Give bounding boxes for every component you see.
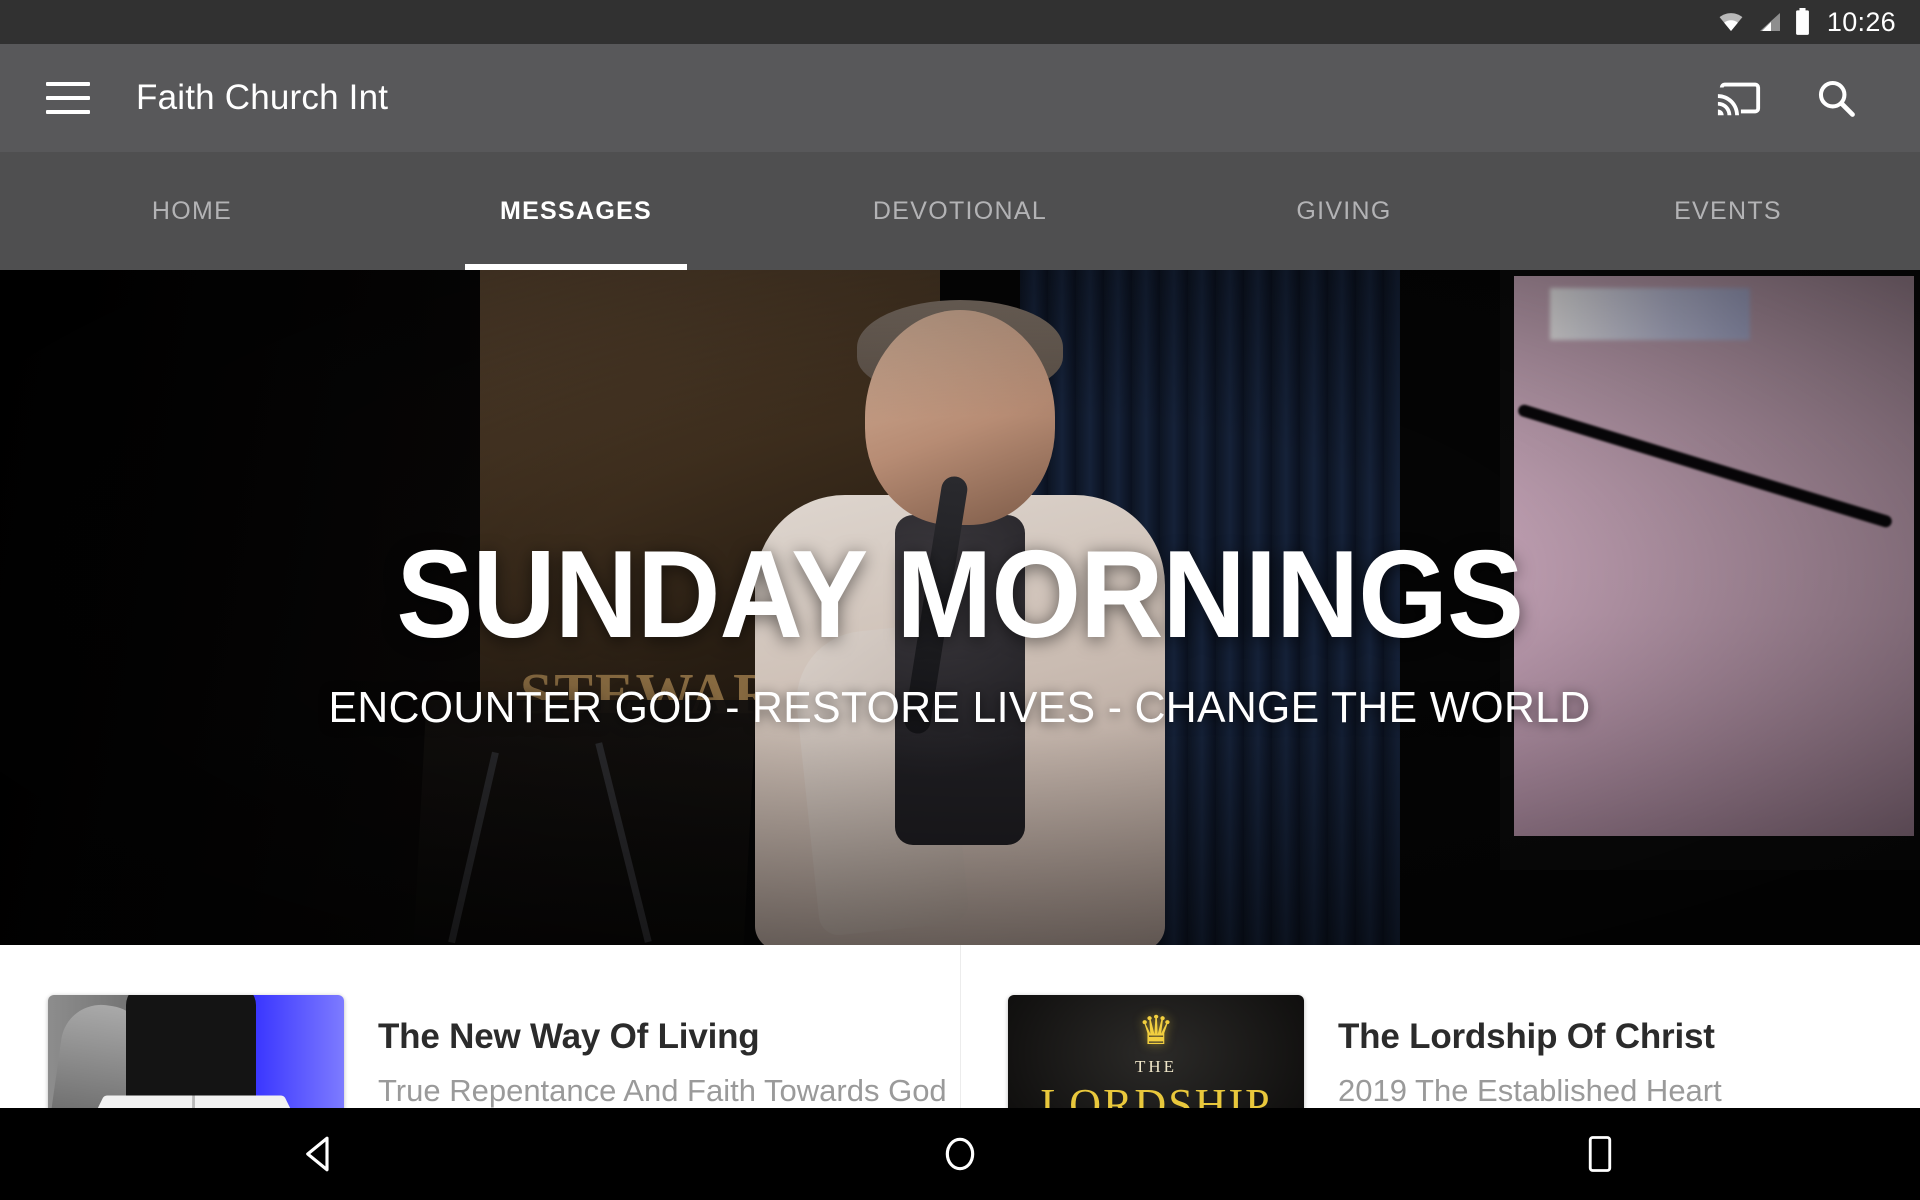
- tab-events[interactable]: EVENTS: [1536, 152, 1920, 270]
- list-item-subtitle: True Repentance And Faith Towards God: [378, 1073, 947, 1108]
- app-bar: Faith Church Int: [0, 44, 1920, 152]
- list-item-text: The Lordship Of Christ 2019 The Establis…: [1338, 995, 1722, 1109]
- tab-label: DEVOTIONAL: [872, 196, 1048, 225]
- app-bar-actions: [1716, 75, 1858, 121]
- hamburger-menu-icon[interactable]: [46, 82, 90, 114]
- cellular-signal-icon: [1756, 10, 1784, 34]
- hero-title: SUNDAY MORNINGS: [396, 525, 1525, 664]
- list-item-subtitle: 2019 The Established Heart: [1338, 1073, 1722, 1108]
- list-item-title: The New Way Of Living: [378, 1017, 760, 1056]
- android-navigation-bar: [0, 1108, 1920, 1200]
- crown-icon: ♛: [1138, 1009, 1174, 1053]
- list-item-text: The New Way Of Living True Repentance An…: [378, 995, 947, 1109]
- recents-button[interactable]: [1500, 1133, 1700, 1175]
- list-item[interactable]: The New Way Of Living True Repentance An…: [0, 945, 960, 1161]
- battery-icon: [1794, 8, 1811, 36]
- app-title: Faith Church Int: [136, 78, 389, 117]
- hero-subtitle: ENCOUNTER GOD - RESTORE LIVES - CHANGE T…: [328, 682, 1592, 732]
- tab-devotional[interactable]: DEVOTIONAL: [768, 152, 1152, 270]
- list-item-title: The Lordship Of Christ: [1338, 1017, 1715, 1056]
- tab-label: MESSAGES: [499, 196, 653, 225]
- tab-label: EVENTS: [1674, 196, 1782, 225]
- wifi-icon: [1716, 10, 1746, 34]
- tab-bar: HOME MESSAGES DEVOTIONAL GIVING EVENTS: [0, 152, 1920, 270]
- tab-label: GIVING: [1296, 196, 1392, 225]
- search-icon[interactable]: [1814, 76, 1858, 120]
- back-button[interactable]: [220, 1133, 420, 1175]
- tab-label: HOME: [151, 196, 233, 225]
- hero-text-overlay: SUNDAY MORNINGS ENCOUNTER GOD - RESTORE …: [0, 270, 1920, 945]
- hero-banner[interactable]: STEWARDSH SCH SUNDAY MORNINGS ENCOUNTER …: [0, 270, 1920, 945]
- status-bar-clock: 10:26: [1826, 6, 1896, 37]
- tab-messages[interactable]: MESSAGES: [384, 152, 768, 270]
- messages-list: The New Way Of Living True Repentance An…: [0, 945, 1920, 1161]
- list-item[interactable]: ♛ THE LORDSHIP The Lordship Of Christ 20…: [960, 945, 1920, 1161]
- tab-home[interactable]: HOME: [0, 152, 384, 270]
- app-screen: 10:26 Faith Church Int HOME MESSAGES DEV…: [0, 0, 1920, 1200]
- home-button[interactable]: [860, 1134, 1060, 1174]
- cast-icon[interactable]: [1716, 75, 1762, 121]
- thumbnail-line-1: THE: [1134, 1057, 1178, 1076]
- tab-giving[interactable]: GIVING: [1152, 152, 1536, 270]
- status-bar: 10:26: [0, 0, 1920, 44]
